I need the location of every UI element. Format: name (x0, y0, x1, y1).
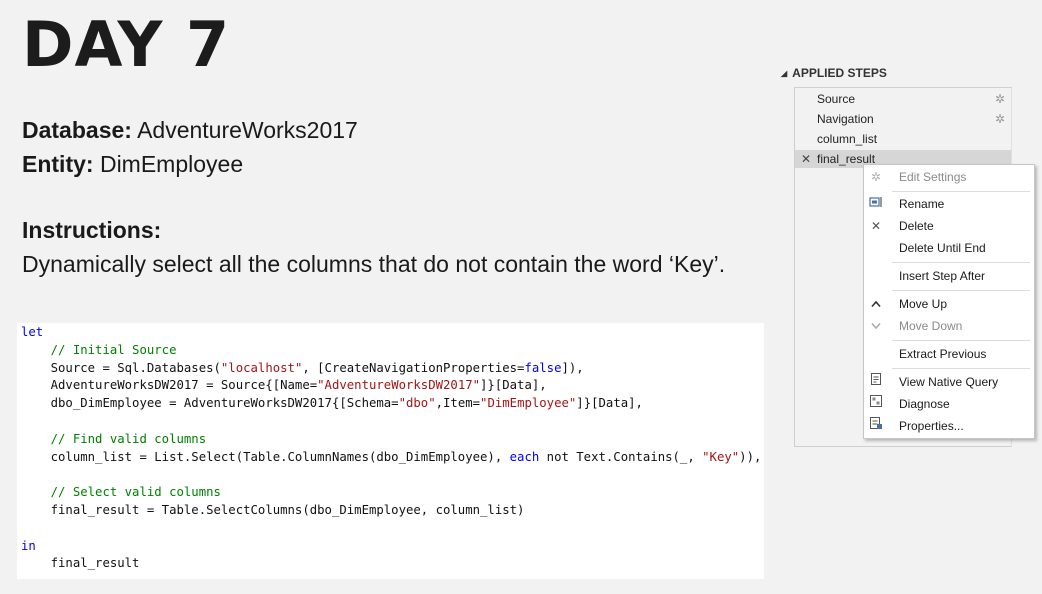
menu-item-label: Rename (899, 197, 945, 211)
code-text: ,Item= (435, 396, 481, 411)
menu-item-label: Move Up (899, 297, 948, 311)
code-line: AdventureWorksDW2017 = Source{[Name="Adv… (17, 377, 764, 395)
delete-step-icon[interactable]: ✕ (801, 150, 811, 168)
menu-separator (892, 262, 1030, 263)
code-text: ]}[Data], (480, 378, 547, 393)
code-line: // Find valid columns (17, 431, 764, 449)
code-comment: // Find valid columns (50, 431, 207, 446)
code-line: final_result (17, 555, 764, 573)
menu-item-diagnose[interactable]: Diagnose (864, 394, 1034, 414)
diagnose-icon (868, 394, 884, 414)
code-text: Source = Sql.Databases( (50, 360, 221, 375)
code-line: in (17, 538, 764, 556)
rename-icon (868, 194, 884, 214)
applied-steps-title: APPLIED STEPS (792, 66, 887, 80)
menu-item-label: Delete Until End (899, 241, 986, 255)
entity-label: Entity: (22, 151, 94, 177)
code-line: dbo_DimEmployee = AdventureWorksDW2017{[… (17, 395, 764, 413)
step-label: column_list (817, 132, 878, 146)
step-source[interactable]: Source ✲ (795, 90, 1011, 108)
code-text: column_list = List.Select(Table.ColumnNa… (50, 449, 510, 464)
code-string: "localhost" (220, 360, 303, 375)
menu-item-move-up[interactable]: Move Up (864, 294, 1034, 314)
keyword-in: in (21, 538, 36, 553)
menu-item-delete[interactable]: ✕ Delete (864, 216, 1034, 236)
menu-item-move-down[interactable]: Move Down (864, 316, 1034, 336)
properties-icon (868, 416, 884, 436)
menu-item-rename[interactable]: Rename (864, 194, 1034, 214)
code-keyword: false (524, 360, 562, 375)
code-line: // Select valid columns (17, 484, 764, 502)
menu-item-edit-settings[interactable]: ✲ Edit Settings (864, 167, 1034, 187)
applied-steps-header[interactable]: ◢ APPLIED STEPS (781, 66, 887, 80)
menu-separator (892, 368, 1030, 369)
menu-item-label: Edit Settings (899, 170, 967, 184)
close-icon: ✕ (870, 219, 882, 233)
code-string: "AdventureWorksDW2017" (317, 378, 481, 393)
step-context-menu: ✲ Edit Settings Rename ✕ Delete Delete U… (863, 164, 1035, 439)
menu-item-label: Properties... (899, 419, 964, 433)
database-value: AdventureWorks2017 (137, 117, 358, 143)
code-text: not Text.Contains(_, (539, 449, 703, 464)
menu-separator (892, 340, 1030, 341)
database-label: Database: (22, 117, 132, 143)
gear-icon[interactable]: ✲ (995, 110, 1005, 128)
code-text: final_result = Table.SelectColumns(dbo_D… (50, 502, 525, 517)
gear-icon: ✲ (870, 170, 882, 184)
code-string: "dbo" (398, 396, 436, 411)
database-line: Database: AdventureWorks2017 (22, 117, 358, 144)
code-comment: // Select valid columns (50, 485, 221, 500)
menu-item-label: Move Down (899, 319, 963, 333)
page-title: DAY 7 (22, 8, 231, 81)
menu-item-insert-step-after[interactable]: Insert Step After (864, 266, 1034, 286)
menu-item-label: View Native Query (899, 375, 999, 389)
chevron-up-icon (868, 294, 884, 314)
chevron-down-icon (868, 316, 884, 336)
step-navigation[interactable]: Navigation ✲ (795, 110, 1011, 128)
entity-line: Entity: DimEmployee (22, 151, 243, 178)
menu-item-delete-until-end[interactable]: Delete Until End (864, 238, 1034, 258)
entity-value: DimEmployee (99, 151, 244, 177)
menu-item-extract-previous[interactable]: Extract Previous (864, 344, 1034, 364)
menu-item-label: Insert Step After (899, 269, 986, 283)
code-line: Source = Sql.Databases("localhost", [Cre… (17, 360, 764, 378)
code-line: // Initial Source (17, 342, 764, 360)
menu-separator (892, 290, 1030, 291)
code-string: "DimEmployee" (480, 396, 577, 411)
code-keyword: each (509, 449, 540, 464)
code-string: "Key" (702, 449, 740, 464)
menu-item-properties[interactable]: Properties... (864, 416, 1034, 436)
code-text: , [CreateNavigationProperties= (302, 360, 525, 375)
native-query-icon (868, 372, 884, 392)
code-text: ]}[Data], (576, 396, 643, 411)
step-label: Source (817, 92, 856, 106)
menu-item-label: Diagnose (899, 397, 950, 411)
step-column-list[interactable]: column_list (795, 130, 1011, 148)
keyword-let: let (21, 325, 44, 339)
code-line: column_list = List.Select(Table.ColumnNa… (17, 449, 764, 467)
code-comment: // Initial Source (50, 342, 177, 357)
code-text: AdventureWorksDW2017 = Source{[Name= (50, 378, 318, 393)
menu-item-label: Delete (899, 219, 934, 233)
code-line: let (17, 324, 764, 342)
collapse-triangle-icon[interactable]: ◢ (781, 69, 787, 78)
instructions-text: Dynamically select all the columns that … (22, 251, 726, 277)
code-line: final_result = Table.SelectColumns(dbo_D… (17, 502, 764, 520)
menu-item-view-native-query[interactable]: View Native Query (864, 372, 1034, 392)
code-text: )), (739, 449, 762, 464)
menu-item-label: Extract Previous (899, 347, 987, 361)
code-text: dbo_DimEmployee = AdventureWorksDW2017{[… (50, 396, 399, 411)
code-block: let // Initial Source Source = Sql.Datab… (17, 323, 764, 579)
step-label: Navigation (817, 112, 874, 126)
code-text: final_result (50, 556, 140, 571)
instructions-heading: Instructions: (22, 217, 162, 243)
menu-separator (892, 191, 1030, 192)
gear-icon[interactable]: ✲ (995, 90, 1005, 108)
code-text: ]), (561, 360, 584, 375)
